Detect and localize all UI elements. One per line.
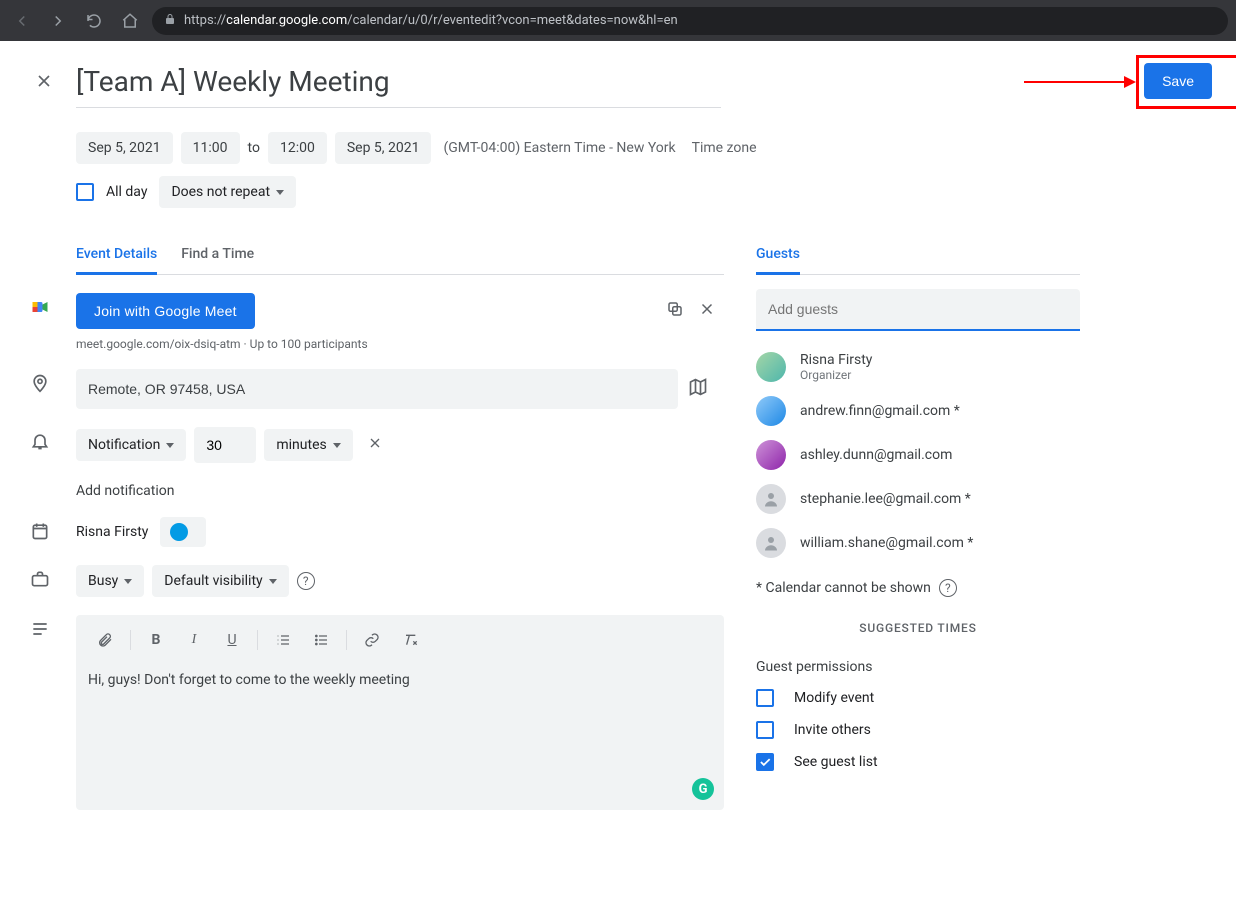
grammarly-icon[interactable]: G — [692, 778, 714, 800]
calendar-color-chip[interactable] — [160, 517, 206, 547]
remove-meet-icon[interactable] — [698, 300, 716, 322]
visibility-dropdown[interactable]: Default visibility — [152, 565, 288, 597]
help-icon[interactable]: ? — [939, 579, 957, 597]
clear-format-icon[interactable] — [393, 623, 427, 657]
numbered-list-icon[interactable] — [266, 623, 300, 657]
guest-item[interactable]: Risna FirstyOrganizer — [756, 345, 1080, 389]
url-bar[interactable]: https://calendar.google.com/calendar/u/0… — [152, 7, 1228, 35]
permission-label: See guest list — [794, 754, 878, 770]
join-meet-button[interactable]: Join with Google Meet — [76, 293, 255, 329]
guest-name: Risna Firsty — [800, 352, 872, 368]
remove-notification-icon[interactable] — [367, 435, 383, 455]
location-icon — [24, 369, 56, 393]
tab-event-details[interactable]: Event Details — [76, 236, 157, 275]
map-icon[interactable] — [688, 377, 708, 401]
briefcase-icon — [24, 565, 56, 589]
end-time-chip[interactable]: 12:00 — [268, 132, 327, 164]
color-dot — [170, 523, 188, 541]
permission-item: Modify event — [756, 689, 1080, 707]
nav-forward[interactable] — [44, 7, 72, 35]
copy-link-icon[interactable] — [666, 300, 684, 322]
avatar — [756, 352, 786, 382]
avatar — [756, 396, 786, 426]
description-text[interactable]: Hi, guys! Don't forget to come to the we… — [76, 666, 724, 700]
guest-item[interactable]: stephanie.lee@gmail.com * — [756, 477, 1080, 521]
location-input[interactable] — [76, 369, 678, 409]
bell-icon — [24, 427, 56, 451]
guest-warning-text: * Calendar cannot be shown — [756, 580, 931, 596]
avatar — [756, 440, 786, 470]
guest-name: ashley.dunn@gmail.com — [800, 447, 952, 463]
guest-name: william.shane@gmail.com * — [800, 535, 973, 551]
guest-role: Organizer — [800, 368, 872, 382]
tab-find-time[interactable]: Find a Time — [181, 236, 254, 275]
start-date-chip[interactable]: Sep 5, 2021 — [76, 132, 173, 164]
italic-icon[interactable]: I — [177, 623, 211, 657]
lock-icon — [164, 13, 176, 29]
guest-name: andrew.finn@gmail.com * — [800, 403, 960, 419]
attach-icon[interactable] — [88, 623, 122, 657]
nav-back[interactable] — [8, 7, 36, 35]
suggested-times-link[interactable]: SUGGESTED TIMES — [756, 621, 1080, 635]
guest-item[interactable]: andrew.finn@gmail.com * — [756, 389, 1080, 433]
permission-label: Invite others — [794, 722, 871, 738]
notification-type-dropdown[interactable]: Notification — [76, 429, 186, 461]
underline-icon[interactable]: U — [215, 623, 249, 657]
permission-checkbox[interactable] — [756, 721, 774, 739]
annotation-arrow — [1024, 81, 1134, 83]
guest-name: stephanie.lee@gmail.com * — [800, 491, 971, 507]
timezone-label: (GMT-04:00) Eastern Time - New York — [443, 140, 675, 156]
permission-checkbox[interactable] — [756, 689, 774, 707]
add-notification-link[interactable]: Add notification — [76, 483, 724, 499]
close-button[interactable] — [24, 61, 64, 101]
description-icon — [24, 615, 56, 639]
meet-link-text: meet.google.com/oix-dsiq-atm · Up to 100… — [76, 337, 724, 351]
chevron-down-icon — [276, 190, 284, 195]
event-title-input[interactable]: [Team A] Weekly Meeting — [76, 65, 716, 98]
avatar — [756, 528, 786, 558]
nav-reload[interactable] — [80, 7, 108, 35]
bold-icon[interactable]: B — [139, 623, 173, 657]
avatar — [756, 484, 786, 514]
start-time-chip[interactable]: 11:00 — [181, 132, 240, 164]
tab-guests[interactable]: Guests — [756, 236, 800, 275]
recurrence-dropdown[interactable]: Does not repeat — [159, 176, 296, 208]
guest-item[interactable]: ashley.dunn@gmail.com — [756, 433, 1080, 477]
availability-dropdown[interactable]: Busy — [76, 565, 144, 597]
permission-label: Modify event — [794, 690, 874, 706]
timezone-link[interactable]: Time zone — [692, 140, 757, 156]
link-icon[interactable] — [355, 623, 389, 657]
annotation-highlight — [1136, 55, 1236, 109]
allday-label: All day — [106, 184, 147, 200]
permission-item: See guest list — [756, 753, 1080, 771]
meet-icon — [24, 293, 56, 317]
add-guests-input[interactable] — [756, 289, 1080, 331]
guest-item[interactable]: william.shane@gmail.com * — [756, 521, 1080, 565]
guest-permissions-title: Guest permissions — [756, 659, 1080, 675]
browser-chrome: https://calendar.google.com/calendar/u/0… — [0, 0, 1236, 41]
permission-item: Invite others — [756, 721, 1080, 739]
notification-value-input[interactable] — [194, 427, 256, 463]
notification-unit-dropdown[interactable]: minutes — [264, 429, 352, 461]
nav-home[interactable] — [116, 7, 144, 35]
description-editor[interactable]: B I U Hi, guys! Don't forget to come to … — [76, 615, 724, 810]
bullet-list-icon[interactable] — [304, 623, 338, 657]
end-date-chip[interactable]: Sep 5, 2021 — [335, 132, 432, 164]
calendar-icon — [24, 517, 56, 541]
calendar-owner-label: Risna Firsty — [76, 524, 148, 540]
help-icon[interactable]: ? — [297, 572, 315, 590]
allday-checkbox[interactable] — [76, 183, 94, 201]
permission-checkbox[interactable] — [756, 753, 774, 771]
